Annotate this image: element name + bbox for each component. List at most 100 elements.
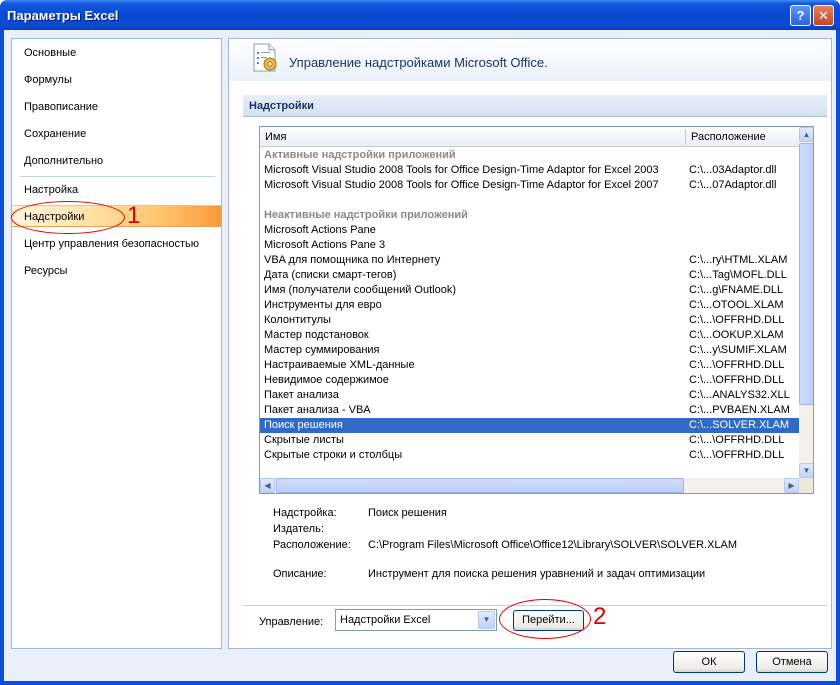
column-header-location[interactable]: Расположение bbox=[691, 131, 766, 143]
section-heading: Надстройки bbox=[243, 95, 827, 117]
addin-name: Microsoft Visual Studio 2008 Tools for O… bbox=[264, 179, 659, 191]
description-label: Описание: bbox=[273, 568, 327, 580]
group-header-inactive: Неактивные надстройки приложений bbox=[264, 209, 468, 221]
addin-name: Microsoft Actions Pane 3 bbox=[264, 239, 386, 251]
addin-location: C:\...g\FNAME.DLL bbox=[689, 284, 784, 296]
vertical-scroll-thumb[interactable] bbox=[799, 143, 813, 405]
addin-name: Мастер подстановок bbox=[264, 329, 369, 341]
nav-item-advanced[interactable]: Дополнительно bbox=[12, 150, 221, 172]
panel-header: Управление надстройками Microsoft Office… bbox=[229, 39, 831, 81]
list-row[interactable]: Имя (получатели сообщений Outlook) C:\...… bbox=[260, 283, 799, 298]
nav-item-formulas[interactable]: Формулы bbox=[12, 69, 221, 91]
nav-divider bbox=[20, 176, 215, 177]
list-row[interactable]: Мастер суммирования C:\...y\SUMIF.XLAM bbox=[260, 343, 799, 358]
list-row-selected[interactable]: Поиск решения C:\...SOLVER.XLAM bbox=[260, 418, 799, 433]
addin-name: Инструменты для евро bbox=[264, 299, 382, 311]
list-row[interactable]: Пакет анализа - VBA C:\...PVBAEN.XLAM bbox=[260, 403, 799, 418]
addin-location: C:\...Tag\MOFL.DLL bbox=[689, 269, 787, 281]
addin-name: Имя (получатели сообщений Outlook) bbox=[264, 284, 456, 296]
list-row[interactable]: VBA для помощника по Интернету C:\...ry\H… bbox=[260, 253, 799, 268]
scroll-up-arrow-icon[interactable]: ▲ bbox=[799, 127, 813, 142]
scroll-right-arrow-icon[interactable]: ▶ bbox=[784, 478, 799, 493]
addin-name: Невидимое содержимое bbox=[264, 374, 389, 386]
addin-location: C:\...OTOOL.XLAM bbox=[689, 299, 784, 311]
addin-location: C:\...\OFFRHD.DLL bbox=[689, 359, 785, 371]
window-title: Параметры Excel bbox=[7, 8, 119, 23]
annotation-number-2: 2 bbox=[593, 603, 607, 630]
list-row[interactable]: Инструменты для евро C:\...OTOOL.XLAM bbox=[260, 298, 799, 313]
addin-location: C:\...y\SUMIF.XLAM bbox=[689, 344, 787, 356]
addin-name: Настраиваемые XML-данные bbox=[264, 359, 415, 371]
close-button[interactable]: ✕ bbox=[813, 5, 834, 26]
column-header-name[interactable]: Имя bbox=[265, 131, 286, 143]
list-row[interactable]: Настраиваемые XML-данные C:\...\OFFRHD.DL… bbox=[260, 358, 799, 373]
nav-item-trust-center[interactable]: Центр управления безопасностью bbox=[12, 233, 221, 255]
list-row[interactable]: Невидимое содержимое C:\...\OFFRHD.DLL bbox=[260, 373, 799, 388]
addin-label: Надстройка: bbox=[273, 507, 337, 519]
list-row[interactable]: Скрытые листы C:\...\OFFRHD.DLL bbox=[260, 433, 799, 448]
addin-name: Дата (списки смарт-тегов) bbox=[264, 269, 397, 281]
publisher-label: Издатель: bbox=[273, 523, 324, 535]
vertical-scrollbar[interactable]: ▲ ▼ bbox=[799, 127, 813, 478]
column-divider[interactable] bbox=[685, 129, 686, 145]
nav-item-proofing[interactable]: Правописание bbox=[12, 96, 221, 118]
annotation-ellipse-1 bbox=[11, 201, 125, 234]
addin-location: C:\...\OFFRHD.DLL bbox=[689, 314, 785, 326]
cancel-button[interactable]: Отмена bbox=[756, 651, 828, 673]
list-row[interactable]: Мастер подстановок C:\...OOKUP.XLAM bbox=[260, 328, 799, 343]
addin-location: C:\...PVBAEN.XLAM bbox=[689, 404, 790, 416]
addin-location: C:\...\OFFRHD.DLL bbox=[689, 449, 785, 461]
addin-name: Пакет анализа bbox=[264, 389, 339, 401]
help-button[interactable]: ? bbox=[790, 5, 811, 26]
addin-name: Microsoft Actions Pane bbox=[264, 224, 376, 236]
list-row[interactable]: Microsoft Visual Studio 2008 Tools for O… bbox=[260, 178, 799, 193]
list-row[interactable]: Скрытые строки и столбцы C:\...\OFFRHD.DL… bbox=[260, 448, 799, 463]
title-bar[interactable]: Параметры Excel ? ✕ bbox=[0, 0, 840, 30]
panel-title: Управление надстройками Microsoft Office… bbox=[289, 55, 548, 70]
nav-item-customize[interactable]: Настройка bbox=[12, 179, 221, 201]
addin-location: C:\...07Adaptor.dll bbox=[689, 179, 777, 191]
group-header-active: Активные надстройки приложений bbox=[264, 149, 456, 161]
horizontal-scroll-thumb[interactable] bbox=[276, 478, 684, 493]
list-row[interactable]: Пакет анализа C:\...ANALYS32.XLL bbox=[260, 388, 799, 403]
list-row[interactable]: Microsoft Visual Studio 2008 Tools for O… bbox=[260, 163, 799, 178]
addin-name: Колонтитулы bbox=[264, 314, 331, 326]
scroll-left-arrow-icon[interactable]: ◀ bbox=[260, 478, 275, 493]
list-row[interactable]: Microsoft Actions Pane bbox=[260, 223, 799, 238]
addin-name: Мастер суммирования bbox=[264, 344, 380, 356]
addins-list[interactable]: Имя Расположение Активные надстройки при… bbox=[259, 126, 814, 494]
addin-name: Скрытые листы bbox=[264, 434, 344, 446]
addins-gear-icon bbox=[253, 43, 277, 72]
list-row[interactable]: Колонтитулы C:\...\OFFRHD.DLL bbox=[260, 313, 799, 328]
list-row[interactable]: Дата (списки смарт-тегов) C:\...Tag\MOFL.… bbox=[260, 268, 799, 283]
addin-location: C:\...OOKUP.XLAM bbox=[689, 329, 784, 341]
location-value: C:\Program Files\Microsoft Office\Office… bbox=[368, 539, 738, 551]
description-value: Инструмент для поиска решения уравнений … bbox=[368, 568, 706, 580]
scroll-down-arrow-icon[interactable]: ▼ bbox=[799, 463, 813, 478]
excel-options-window: Параметры Excel ? ✕ Основные Формулы Пра… bbox=[0, 0, 840, 685]
chevron-down-icon[interactable]: ▼ bbox=[478, 611, 495, 629]
nav-item-save[interactable]: Сохранение bbox=[12, 123, 221, 145]
addin-location: C:\...ANALYS32.XLL bbox=[689, 389, 790, 401]
scroll-corner bbox=[799, 478, 813, 493]
ok-button[interactable]: ОК bbox=[673, 651, 745, 673]
category-nav: Основные Формулы Правописание Сохранение… bbox=[11, 38, 222, 649]
horizontal-scrollbar[interactable]: ◀ ▶ bbox=[260, 478, 799, 493]
addin-name: Microsoft Visual Studio 2008 Tools for O… bbox=[264, 164, 659, 176]
addins-panel: Управление надстройками Microsoft Office… bbox=[228, 38, 832, 649]
list-header: Имя Расположение bbox=[260, 127, 799, 147]
addin-location: C:\...ry\HTML.XLAM bbox=[689, 254, 788, 266]
annotation-ellipse-2 bbox=[499, 599, 591, 639]
addin-value: Поиск решения bbox=[368, 507, 447, 519]
addin-name: VBA для помощника по Интернету bbox=[264, 254, 441, 266]
location-label: Расположение: bbox=[273, 539, 351, 551]
list-row[interactable]: Microsoft Actions Pane 3 bbox=[260, 238, 799, 253]
dialog-body: Основные Формулы Правописание Сохранение… bbox=[4, 30, 836, 681]
addin-name: Пакет анализа - VBA bbox=[264, 404, 371, 416]
addin-location: C:\...SOLVER.XLAM bbox=[689, 419, 790, 431]
nav-item-resources[interactable]: Ресурсы bbox=[12, 260, 221, 282]
manage-dropdown[interactable]: Надстройки Excel ▼ bbox=[335, 609, 497, 631]
annotation-number-1: 1 bbox=[127, 202, 141, 229]
nav-item-general[interactable]: Основные bbox=[12, 42, 221, 64]
addin-name: Скрытые строки и столбцы bbox=[264, 449, 403, 461]
